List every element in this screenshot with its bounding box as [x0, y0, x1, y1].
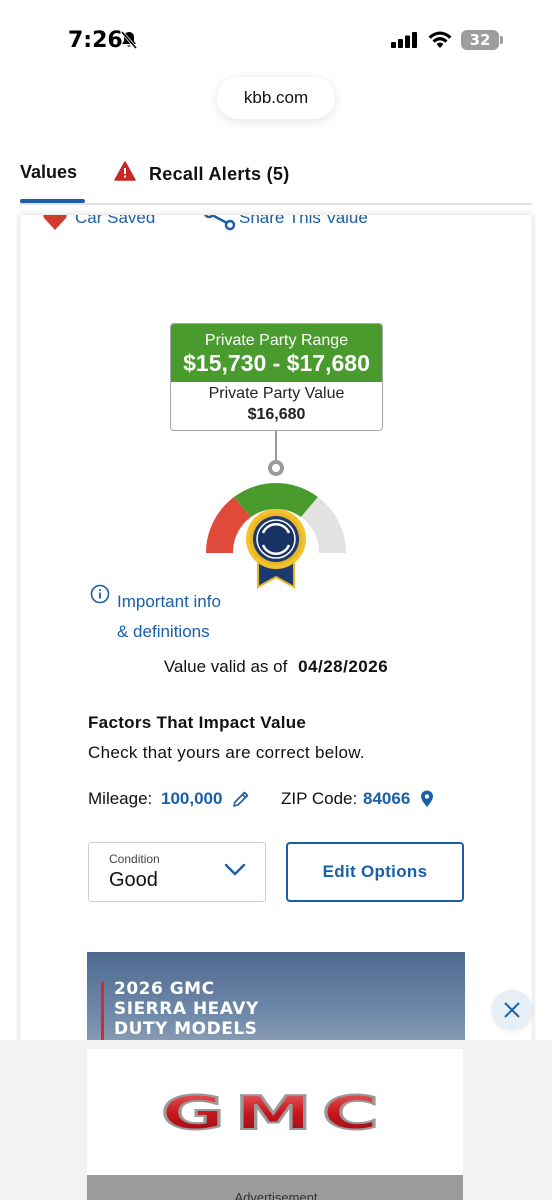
- important-info-link[interactable]: Important info & definitions: [117, 587, 267, 647]
- bell-slash-icon: [120, 30, 138, 55]
- zip-code-label: ZIP Code:: [281, 789, 358, 808]
- tab-divider: [20, 203, 532, 205]
- factors-subtitle: Check that yours are correct below.: [88, 743, 365, 762]
- car-saved-link[interactable]: Car Saved: [75, 215, 155, 228]
- kbb-ribbon-badge-icon: [246, 509, 306, 589]
- private-party-range: Private Party Range $15,730 - $17,680: [171, 324, 382, 382]
- private-party-value: $16,680: [247, 406, 306, 423]
- value-gauge: [206, 431, 346, 589]
- close-ad-button[interactable]: [492, 990, 532, 1030]
- ad-headline-line3: DUTY MODELS: [114, 1019, 258, 1039]
- value-valid-label: Value valid as of: [163, 657, 288, 676]
- mileage-label: Mileage:: [88, 789, 153, 808]
- address-bar[interactable]: kbb.com: [217, 77, 335, 119]
- private-party-value-label: Private Party Value: [208, 385, 345, 402]
- warning-icon: [114, 161, 136, 186]
- tab-bar: Values Recall Alerts (5): [0, 150, 552, 215]
- ad-headline-line1: 2026 GMC: [114, 979, 215, 999]
- status-bar: 7:26 32: [0, 0, 552, 70]
- cellular-signal-icon: [391, 32, 419, 53]
- condition-label: Condition: [109, 852, 160, 866]
- tab-recall-alerts[interactable]: Recall Alerts (5): [149, 164, 290, 185]
- value-valid-row: Value valid as of 04/28/2026: [20, 657, 532, 677]
- advertisement-label: Advertisement: [234, 1190, 318, 1200]
- condition-value: Good: [109, 869, 158, 891]
- mileage-value[interactable]: 100,000: [161, 789, 222, 809]
- pencil-icon[interactable]: [232, 790, 250, 813]
- range-value: $15,730 - $17,680: [183, 350, 370, 376]
- zip-code-value[interactable]: 84066: [363, 789, 410, 809]
- factors-title: Factors That Impact Value: [88, 713, 307, 732]
- status-time: 7:26: [68, 28, 123, 53]
- edit-options-button[interactable]: Edit Options: [286, 842, 464, 902]
- ad-panel[interactable]: GMC: [87, 1049, 463, 1175]
- ad-accent-bar: [101, 982, 104, 1042]
- close-icon: [504, 1002, 520, 1018]
- save-share-row: Car Saved Share This Value: [20, 215, 532, 235]
- chevron-down-icon: [224, 863, 246, 882]
- share-value-link[interactable]: Share This Value: [239, 215, 368, 228]
- tab-values[interactable]: Values: [20, 162, 77, 183]
- info-link-line2: & definitions: [117, 622, 210, 641]
- info-link-line1: Important info: [117, 592, 221, 611]
- location-pin-icon[interactable]: [420, 790, 434, 813]
- heart-icon[interactable]: [42, 215, 68, 235]
- ad-headline: 2026 GMC SIERRA HEAVY DUTY MODELS: [114, 979, 334, 1039]
- battery-tip: [500, 36, 503, 44]
- price-range-box: Private Party Range $15,730 - $17,680 Pr…: [170, 323, 383, 431]
- gmc-logo-text: GMC: [161, 1091, 389, 1135]
- share-icon[interactable]: [204, 215, 236, 235]
- range-label: Private Party Range: [204, 332, 349, 349]
- wifi-icon: [427, 30, 453, 54]
- battery-level: 32: [461, 30, 499, 50]
- value-valid-date: 04/28/2026: [298, 657, 389, 676]
- ad-headline-line2: SIERRA HEAVY: [114, 999, 259, 1019]
- info-icon[interactable]: [90, 584, 110, 609]
- sticky-ad[interactable]: GMC Advertisement: [0, 1040, 552, 1200]
- condition-dropdown[interactable]: Condition Good: [88, 842, 266, 902]
- gmc-logo: GMC: [160, 1091, 389, 1135]
